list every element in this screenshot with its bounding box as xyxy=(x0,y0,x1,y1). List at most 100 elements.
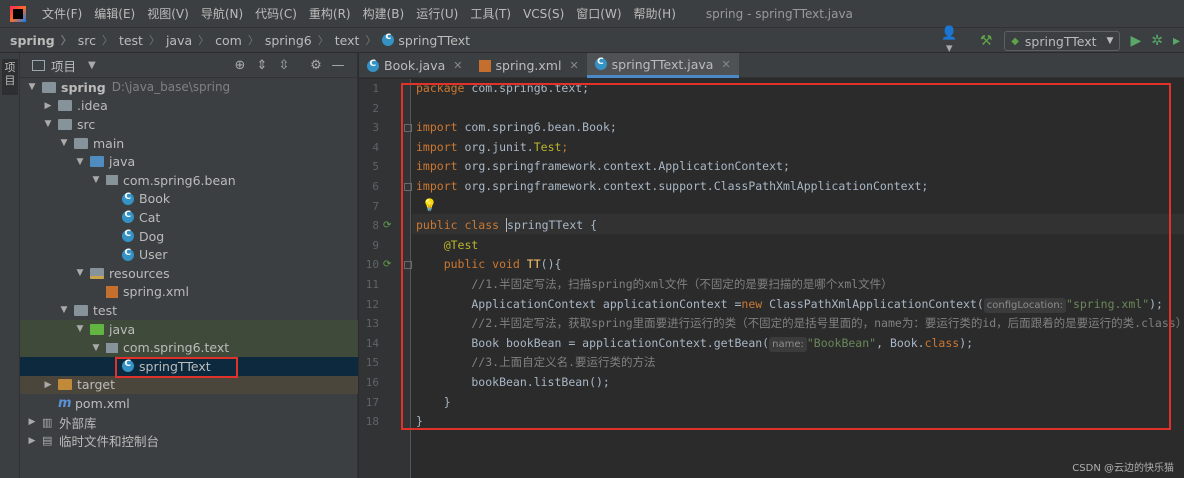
tab-book-java[interactable]: Book.java ✕ xyxy=(359,53,471,78)
chevron-down-icon[interactable]: ▼ xyxy=(58,138,70,148)
chevron-down-icon[interactable]: ▼ xyxy=(90,343,102,353)
chevron-down-icon[interactable]: ▼ xyxy=(26,82,38,92)
menu-navigate[interactable]: 导航(N) xyxy=(195,5,249,22)
tree-item-class-book[interactable]: Book xyxy=(20,190,358,209)
tree-item-test-java[interactable]: ▼ java xyxy=(20,319,358,339)
tree-item-label: Book xyxy=(139,191,171,207)
locate-target-icon[interactable]: ⊕ xyxy=(229,58,251,73)
menu-view[interactable]: 视图(V) xyxy=(141,5,195,22)
chevron-down-icon[interactable]: ▼ xyxy=(74,157,86,167)
run-test-class-icon[interactable]: ⟳ xyxy=(383,216,391,236)
tree-item-main-java[interactable]: ▼ java xyxy=(20,152,358,171)
breadcrumb: spring 〉 src 〉 test 〉 java 〉 com 〉 spring6 〉 t… xyxy=(0,26,1184,56)
tree-item-scratches[interactable]: ▶ ▤ 临时文件和控制台 xyxy=(20,431,358,450)
line-number: 3 xyxy=(372,121,379,135)
tree-item-pom-xml[interactable]: m pom.xml xyxy=(20,394,358,413)
tree-item-test[interactable]: ▼ test xyxy=(20,301,358,320)
menu-edit[interactable]: 编辑(E) xyxy=(88,5,141,22)
chevron-down-icon[interactable]: ▼ xyxy=(74,268,86,278)
breadcrumb-item[interactable]: text 〉 xyxy=(335,32,383,48)
build-hammer-icon[interactable]: ⚒ xyxy=(976,33,996,49)
project-panel-tools: ⊕ ⇕ ⇳ ⚙ — xyxy=(229,53,349,78)
xml-file-icon xyxy=(478,59,491,72)
tree-item-label: Dog xyxy=(139,228,165,244)
gear-icon[interactable]: ⚙ xyxy=(305,58,327,73)
breadcrumb-item[interactable]: java 〉 xyxy=(166,32,215,48)
breadcrumb-item[interactable]: spring 〉 xyxy=(10,32,78,48)
tree-item-project-root[interactable]: ▼ spring D:\java_base\spring xyxy=(20,78,358,97)
chevron-right-icon: 〉 xyxy=(148,34,160,47)
project-tool-button[interactable]: 项目 xyxy=(2,59,18,95)
line-number: 2 xyxy=(372,101,379,115)
run-icon[interactable]: ▶ xyxy=(1130,33,1141,49)
menu-refactor[interactable]: 重构(R) xyxy=(303,5,357,22)
java-class-icon xyxy=(122,192,134,205)
breadcrumb-item[interactable]: test 〉 xyxy=(119,32,166,48)
run-test-method-icon[interactable]: ⟳ xyxy=(383,255,391,275)
menu-run[interactable]: 运行(U) xyxy=(410,5,464,22)
menu-file[interactable]: 文件(F) xyxy=(36,5,88,22)
close-icon[interactable]: ✕ xyxy=(721,58,730,71)
line-number: 16 xyxy=(365,376,379,389)
tab-springttext-java[interactable]: springTText.java ✕ xyxy=(586,53,739,78)
chevron-down-icon[interactable]: ▼ xyxy=(74,324,86,334)
close-icon[interactable]: ✕ xyxy=(569,59,578,72)
line-number: 5 xyxy=(372,160,379,174)
java-class-icon xyxy=(594,57,607,70)
tree-item-package-bean[interactable]: ▼ com.spring6.bean xyxy=(20,171,358,190)
close-icon[interactable]: ✕ xyxy=(453,59,462,72)
tree-item-label: .idea xyxy=(77,98,108,114)
breadcrumb-item[interactable]: com 〉 xyxy=(215,32,265,48)
chevron-down-icon[interactable]: ▼ xyxy=(58,305,70,315)
tree-item-label: main xyxy=(93,135,125,151)
collapse-all-icon[interactable]: ⇳ xyxy=(273,58,295,73)
tree-item-class-cat[interactable]: Cat xyxy=(20,208,358,227)
chevron-right-icon[interactable]: ▶ xyxy=(42,101,54,111)
tree-item-package-text[interactable]: ▼ com.spring6.text xyxy=(20,338,358,357)
run-config-select[interactable]: ◆ springTText ▼ xyxy=(1004,31,1121,51)
chevron-down-icon[interactable]: ▼ xyxy=(88,60,96,71)
tree-item-label: Cat xyxy=(139,209,161,225)
chevron-right-icon[interactable]: ▶ xyxy=(26,417,38,427)
project-panel-title[interactable]: 项目 xyxy=(51,56,76,75)
chevron-right-icon: 〉 xyxy=(198,34,210,47)
tree-item-class-user[interactable]: User xyxy=(20,245,358,264)
highlight-box xyxy=(401,83,1171,430)
tree-item-main[interactable]: ▼ main xyxy=(20,134,358,153)
user-icon[interactable]: 👤▾ xyxy=(938,26,960,56)
chevron-down-icon[interactable]: ▼ xyxy=(42,119,54,129)
menu-build[interactable]: 构建(B) xyxy=(357,5,411,22)
folder-icon xyxy=(58,100,72,112)
tree-item-idea[interactable]: ▶ .idea xyxy=(20,97,358,116)
breadcrumb-item[interactable]: src 〉 xyxy=(78,32,119,48)
menu-window[interactable]: 窗口(W) xyxy=(570,5,627,22)
tree-item-src[interactable]: ▼ src xyxy=(20,115,358,134)
chevron-right-icon[interactable]: ▶ xyxy=(42,380,54,390)
breadcrumb-item[interactable]: springTText xyxy=(382,31,470,48)
toolbar-right: 👤▾ ⚒ ◆ springTText ▼ ▶ ✲ ▸ xyxy=(938,26,1184,56)
breadcrumb-label: spring6 xyxy=(264,32,312,48)
scratch-console-icon: ▤ xyxy=(42,434,53,448)
menu-vcs[interactable]: VCS(S) xyxy=(517,7,570,21)
expand-all-icon[interactable]: ⇕ xyxy=(251,58,273,73)
minimize-icon[interactable]: — xyxy=(327,58,349,73)
menu-help[interactable]: 帮助(H) xyxy=(628,5,682,22)
coverage-icon[interactable]: ▸ xyxy=(1173,33,1180,49)
project-path: D:\java_base\spring xyxy=(111,80,231,95)
editor-tab-bar: Book.java ✕ spring.xml ✕ springTText.jav… xyxy=(359,53,1184,78)
debug-bug-icon[interactable]: ✲ xyxy=(1151,33,1163,49)
maven-icon: m xyxy=(58,395,72,411)
tree-item-class-dog[interactable]: Dog xyxy=(20,227,358,246)
breadcrumb-item[interactable]: spring6 〉 xyxy=(265,32,335,48)
tree-item-resources[interactable]: ▼ resources xyxy=(20,264,358,283)
line-number: 7 xyxy=(372,199,379,213)
tree-item-spring-xml[interactable]: spring.xml xyxy=(20,283,358,302)
tree-item-target[interactable]: ▶ target xyxy=(20,375,358,395)
chevron-right-icon[interactable]: ▶ xyxy=(26,436,38,446)
menu-code[interactable]: 代码(C) xyxy=(249,5,303,22)
tab-label: spring.xml xyxy=(495,58,562,73)
tab-spring-xml[interactable]: spring.xml ✕ xyxy=(471,53,587,78)
chevron-down-icon[interactable]: ▼ xyxy=(90,175,102,185)
menu-tools[interactable]: 工具(T) xyxy=(464,5,517,22)
tree-item-external-libraries[interactable]: ▶ ▥ 外部库 xyxy=(20,413,358,432)
